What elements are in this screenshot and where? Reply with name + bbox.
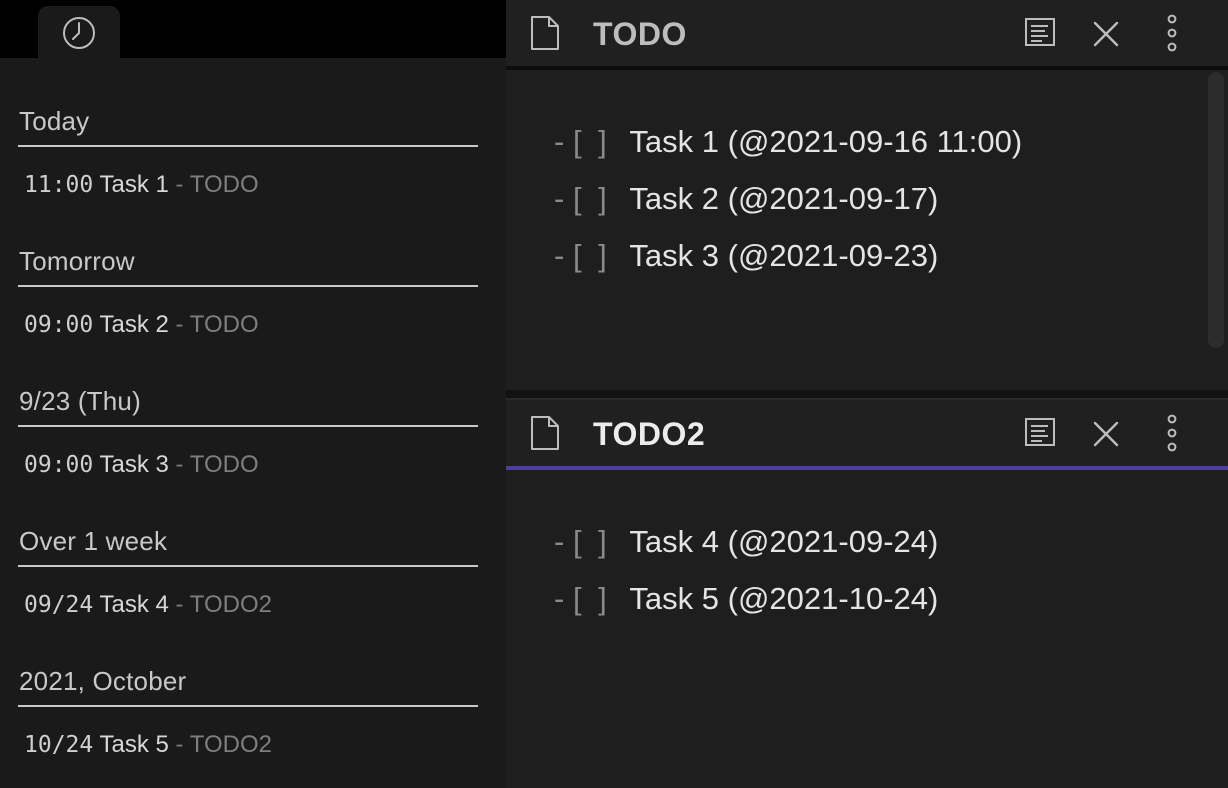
task-file: TODO [189, 451, 259, 478]
task-separator: - [168, 171, 190, 198]
sidebar-tab-calendar[interactable] [38, 6, 120, 58]
file-icon [530, 15, 560, 56]
task-file: TODO2 [189, 731, 273, 758]
scrollbar[interactable] [1208, 72, 1224, 348]
task-group: Today 11:00 Task 1 - TODO [18, 58, 478, 198]
calendar-sidebar: Today 11:00 Task 1 - TODO Tomorrow 09:00… [0, 0, 506, 788]
task-name: Task 5 [99, 731, 169, 758]
pane-title[interactable]: TODO2 [593, 416, 705, 453]
task-name: Task 3 [99, 451, 169, 478]
task-name: Task 1 [99, 171, 169, 198]
task-item[interactable]: 09:00 Task 2 - TODO [24, 311, 259, 339]
list-bullet: - [554, 581, 565, 616]
task-time: 09/24 [24, 592, 94, 618]
task-text: Task 3 (@2021-09-23) [629, 238, 939, 273]
list-bullet: - [554, 124, 565, 159]
task-name: Task 2 [99, 311, 169, 338]
group-divider [18, 705, 478, 707]
task-time: 09:00 [24, 312, 94, 338]
task-item[interactable]: 09:00 Task 3 - TODO [24, 451, 259, 479]
reading-view-icon[interactable] [1024, 417, 1056, 452]
clock-icon [62, 16, 96, 50]
group-header: 9/23 (Thu) [19, 386, 141, 416]
task-file: TODO [189, 171, 259, 198]
task-text: Task 1 (@2021-09-16 11:00) [629, 124, 1023, 159]
group-divider [18, 285, 478, 287]
task-separator: - [168, 311, 190, 338]
task-item[interactable]: 11:00 Task 1 - TODO [24, 171, 259, 199]
list-bullet: - [554, 181, 565, 216]
group-divider [18, 145, 478, 147]
checkbox-markup[interactable]: [ ] [573, 581, 611, 616]
sidebar-tab-bar [0, 0, 506, 58]
group-header: 2021, October [19, 666, 187, 696]
task-group: 9/23 (Thu) 09:00 Task 3 - TODO [18, 338, 478, 478]
checklist-line[interactable]: - [ ] Task 5 (@2021-10-24) [554, 580, 1228, 637]
task-text: Task 4 (@2021-09-24) [629, 524, 939, 559]
list-bullet: - [554, 238, 565, 273]
more-options-icon[interactable] [1162, 14, 1182, 57]
pane-header: TODO [506, 0, 1228, 70]
task-item[interactable]: 09/24 Task 4 - TODO2 [24, 591, 272, 619]
task-separator: - [168, 591, 190, 618]
task-time: 11:00 [24, 172, 94, 198]
reading-view-icon[interactable] [1024, 17, 1056, 52]
pane-divider[interactable] [506, 390, 1228, 400]
task-text: Task 2 (@2021-09-17) [629, 181, 939, 216]
checkbox-markup[interactable]: [ ] [573, 124, 611, 159]
close-icon[interactable] [1092, 20, 1120, 53]
task-group: Tomorrow 09:00 Task 2 - TODO [18, 198, 478, 338]
task-group-list: Today 11:00 Task 1 - TODO Tomorrow 09:00… [0, 58, 506, 788]
group-header: Tomorrow [19, 246, 135, 276]
task-text: Task 5 (@2021-10-24) [629, 581, 939, 616]
list-bullet: - [554, 524, 565, 559]
task-file: TODO2 [189, 591, 273, 618]
group-divider [18, 425, 478, 427]
checkbox-markup[interactable]: [ ] [573, 181, 611, 216]
group-divider [18, 565, 478, 567]
checkbox-markup[interactable]: [ ] [573, 238, 611, 273]
checklist-line[interactable]: - [ ] Task 2 (@2021-09-17) [554, 180, 1228, 237]
task-time: 10/24 [24, 732, 94, 758]
pane-header: TODO2 [506, 400, 1228, 470]
editor-pane-todo2: TODO2 - [ ] Task 4 (@2021-09-24) - [] T… [506, 400, 1228, 788]
task-time: 09:00 [24, 452, 94, 478]
group-header: Over 1 week [19, 526, 168, 556]
task-separator: - [168, 731, 190, 758]
group-header: Today [19, 106, 90, 136]
editor-pane-todo: TODO - [ ] Task 1 (@2021-09-16 11:00) - … [506, 0, 1228, 390]
task-file: TODO [189, 311, 259, 338]
checklist-line[interactable]: - [ ] Task 1 (@2021-09-16 11:00) [554, 123, 1228, 180]
more-options-icon[interactable] [1162, 414, 1182, 457]
pane-title[interactable]: TODO [593, 16, 687, 53]
task-name: Task 4 [99, 591, 169, 618]
editor-content[interactable]: - [ ] Task 4 (@2021-09-24) - [ ] Task 5 … [506, 470, 1228, 788]
checkbox-markup[interactable]: [ ] [573, 524, 611, 559]
file-icon [530, 415, 560, 456]
close-icon[interactable] [1092, 420, 1120, 453]
task-separator: - [168, 451, 190, 478]
task-item[interactable]: 10/24 Task 5 - TODO2 [24, 731, 272, 759]
checklist-line[interactable]: - [ ] Task 3 (@2021-09-23) [554, 237, 1228, 294]
checklist-line[interactable]: - [ ] Task 4 (@2021-09-24) [554, 523, 1228, 580]
editor-content[interactable]: - [ ] Task 1 (@2021-09-16 11:00) - [ ] T… [506, 70, 1228, 390]
task-group: 2021, October 10/24 Task 5 - TODO2 [18, 618, 478, 758]
task-group: Over 1 week 09/24 Task 4 - TODO2 [18, 478, 478, 618]
